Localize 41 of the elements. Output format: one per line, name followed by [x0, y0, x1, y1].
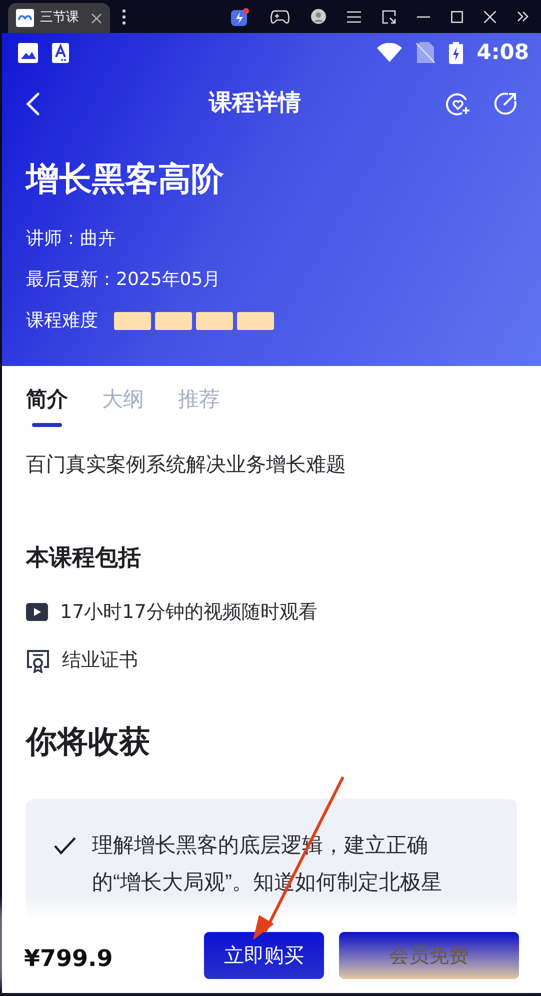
course-summary: 百门真实案例系统解决业务增长难题: [26, 451, 347, 478]
teacher-text: 讲师：曲卉: [26, 226, 117, 250]
certificate-icon: [26, 648, 50, 673]
minimize-icon[interactable]: [417, 16, 430, 18]
clock-time: 4:08: [476, 38, 529, 66]
video-icon: [26, 603, 48, 622]
wifi-icon: [376, 43, 402, 62]
lightning-app-icon[interactable]: [231, 8, 249, 26]
menu-icon[interactable]: [347, 10, 361, 22]
no-sim-icon: [416, 42, 435, 63]
back-icon: [26, 92, 40, 116]
page-title: 课程详情: [209, 89, 301, 118]
tab[interactable]: 简介: [26, 372, 68, 428]
resize-icon[interactable]: [382, 10, 396, 24]
image-icon: [18, 42, 38, 62]
update-date: 最后更新：2025年05月: [26, 268, 222, 292]
user-avatar-icon[interactable]: [311, 9, 326, 24]
buy-now-button[interactable]: 立即购买: [204, 932, 324, 978]
expand-icon[interactable]: [517, 11, 529, 22]
difficulty-segment: [155, 312, 192, 330]
back-button[interactable]: [26, 91, 40, 116]
app-logo-icon: [16, 9, 34, 27]
difficulty-segment: [114, 312, 151, 330]
check-icon: [54, 837, 76, 856]
difficulty-segment: [196, 312, 233, 330]
maximize-icon[interactable]: [451, 10, 463, 22]
difficulty-label: 课程难度: [26, 309, 98, 333]
section-title: 你将收获: [26, 722, 151, 762]
feature-text: 结业证书: [62, 648, 138, 674]
price-text: ¥799.9: [24, 944, 113, 974]
more-icon[interactable]: [122, 8, 126, 24]
favorite-icon[interactable]: [446, 92, 470, 116]
browser-tab[interactable]: 三节课: [8, 3, 110, 33]
section-title: 本课程包括: [26, 544, 142, 574]
battery-icon: [448, 42, 463, 64]
feature-text: 17小时17分钟的视频随时观看: [60, 600, 318, 625]
gamepad-icon[interactable]: [270, 10, 290, 24]
difficulty-segment: [237, 312, 274, 330]
font-icon: [52, 42, 69, 62]
course-title: 增长黑客高阶: [26, 159, 225, 199]
share-icon[interactable]: [494, 92, 517, 114]
